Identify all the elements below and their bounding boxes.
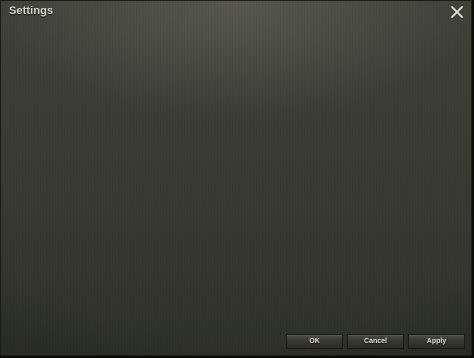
ok-button[interactable]: OK: [286, 334, 343, 349]
settings-content: [7, 25, 465, 321]
settings-window: Settings OK Cancel Apply: [0, 0, 472, 356]
window-title: Settings: [9, 5, 54, 17]
close-icon: [451, 6, 463, 18]
title-bar: Settings: [1, 1, 471, 23]
apply-button[interactable]: Apply: [408, 334, 465, 349]
dialog-button-bar: OK Cancel Apply: [286, 334, 465, 349]
close-button[interactable]: [449, 4, 465, 20]
cancel-button[interactable]: Cancel: [347, 334, 404, 349]
